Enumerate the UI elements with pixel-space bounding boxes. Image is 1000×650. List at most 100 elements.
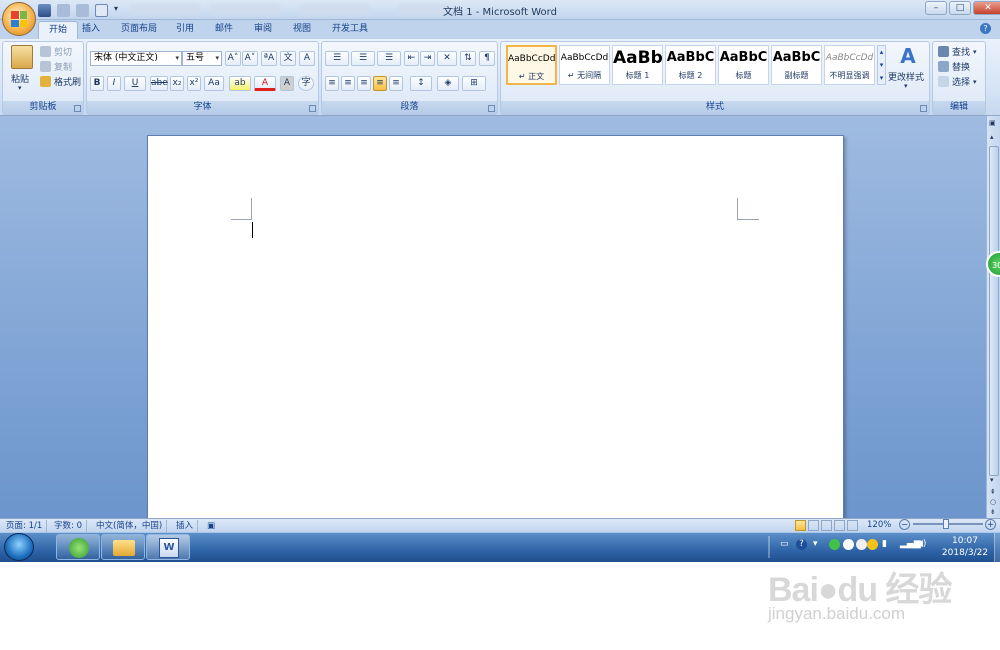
clock-date[interactable]: 2018/3/22 (937, 548, 993, 558)
vertical-scrollbar[interactable]: ▣ ▴ ▾ ⇞ ○ ⇟ (986, 116, 1000, 518)
taskbar-app-browser[interactable] (56, 534, 100, 560)
tray-app-icon[interactable] (856, 539, 867, 550)
clock-time[interactable]: 10:07 (945, 536, 985, 546)
zoom-out-button[interactable]: − (899, 519, 910, 530)
italic-button[interactable]: I (107, 76, 121, 91)
font-name-select[interactable]: 宋体 (中文正文) ▾ (90, 51, 182, 66)
paste-icon[interactable] (11, 45, 33, 69)
increase-indent-button[interactable]: ⇥ (420, 51, 435, 66)
enclose-characters-button[interactable]: 字 (298, 76, 314, 91)
phonetic-guide-button[interactable]: 文 (280, 51, 296, 66)
ruler-toggle-icon[interactable]: ▣ (989, 119, 996, 127)
paragraph-launcher-icon[interactable] (488, 105, 495, 112)
style-no-spacing[interactable]: AaBbCcDd ↵ 无间隔 (559, 45, 610, 85)
align-right-button[interactable]: ≡ (357, 76, 371, 91)
tab-developer[interactable]: 开发工具 (322, 21, 378, 39)
style-subtle-emphasis[interactable]: AaBbCcDd 不明显强调 (824, 45, 875, 85)
select-button[interactable]: 选择 ▾ (938, 75, 977, 88)
zoom-slider-handle[interactable] (943, 519, 949, 529)
font-size-select[interactable]: 五号 ▾ (182, 51, 222, 66)
numbering-button[interactable]: ☰ (351, 51, 375, 66)
style-heading-2[interactable]: AaBbC 标题 2 (665, 45, 716, 85)
status-language[interactable]: 中文(简体，中国) (92, 520, 168, 532)
tab-page-layout[interactable]: 页面布局 (111, 21, 167, 39)
office-button[interactable] (2, 2, 36, 36)
sort-button[interactable]: ⇅ (460, 51, 476, 66)
font-launcher-icon[interactable] (309, 105, 316, 112)
multilevel-list-button[interactable]: ☰ (377, 51, 401, 66)
taskbar-app-explorer[interactable] (101, 534, 145, 560)
style-normal[interactable]: AaBbCcDd ↵ 正文 (506, 45, 557, 85)
bold-button[interactable]: B (90, 76, 104, 91)
shrink-font-button[interactable]: A˅ (242, 51, 258, 66)
tab-review[interactable]: 审阅 (244, 21, 282, 39)
status-page[interactable]: 页面: 1/1 (2, 520, 48, 532)
underline-button[interactable]: U (124, 76, 146, 91)
previous-page-icon[interactable]: ⇞ (990, 488, 996, 496)
volume-icon[interactable]: ◀) (916, 539, 926, 549)
tab-mailings[interactable]: 邮件 (205, 21, 243, 39)
highlight-button[interactable]: ab (229, 76, 251, 91)
shading-button[interactable]: ◈ (437, 76, 459, 91)
web-layout-icon[interactable] (821, 520, 832, 531)
replace-button[interactable]: 替换 (938, 60, 970, 73)
character-shading-button[interactable]: A (280, 76, 294, 91)
font-color-button[interactable]: A (254, 76, 276, 91)
draft-view-icon[interactable] (847, 520, 858, 531)
show-marks-button[interactable]: ¶ (479, 51, 495, 66)
full-screen-reading-icon[interactable] (808, 520, 819, 531)
borders-button[interactable]: ⊞ (462, 76, 486, 91)
find-button[interactable]: 查找 ▾ (938, 45, 977, 58)
chinese-layout-button[interactable]: ✕ (437, 51, 457, 66)
change-styles-icon[interactable]: A (894, 44, 922, 68)
cut-button[interactable]: 剪切 (40, 45, 72, 58)
document-page[interactable] (147, 135, 844, 518)
style-subtitle[interactable]: AaBbC 副标题 (771, 45, 822, 85)
close-button[interactable]: ✕ (973, 1, 1000, 15)
styles-gallery-scroller[interactable]: ▴ ▾ ▾ (877, 45, 886, 85)
clear-format-button[interactable]: ªA (261, 51, 277, 66)
tray-power-icon[interactable]: ▮ (882, 539, 887, 549)
tray-app-icon[interactable] (829, 539, 840, 550)
show-desktop-button[interactable] (994, 533, 1000, 562)
tab-references[interactable]: 引用 (166, 21, 204, 39)
decrease-indent-button[interactable]: ⇤ (404, 51, 419, 66)
zoom-in-button[interactable]: + (985, 519, 996, 530)
next-page-icon[interactable]: ⇟ (990, 508, 996, 516)
copy-button[interactable]: 复制 (40, 60, 72, 73)
clipboard-launcher-icon[interactable] (74, 105, 81, 112)
styles-launcher-icon[interactable] (920, 105, 927, 112)
change-case-button[interactable]: Aa (204, 76, 224, 91)
scroll-down-icon[interactable]: ▾ (990, 476, 994, 484)
paste-dropdown-icon[interactable]: ▾ (18, 84, 22, 92)
scroll-up-icon[interactable]: ▴ (990, 133, 994, 141)
style-heading-1[interactable]: AaBb 标题 1 (612, 45, 663, 85)
superscript-button[interactable]: x² (187, 76, 201, 91)
format-painter-button[interactable]: 格式刷 (40, 75, 81, 88)
taskbar-app-word[interactable]: W (146, 534, 190, 560)
strikethrough-button[interactable]: abe (150, 76, 168, 91)
macro-record-icon[interactable]: ▣ (203, 520, 219, 532)
minimize-button[interactable]: – (925, 1, 947, 15)
select-browse-object-icon[interactable]: ○ (990, 498, 996, 506)
align-center-button[interactable]: ≡ (341, 76, 355, 91)
tray-app-icon[interactable] (867, 539, 878, 550)
maximize-button[interactable]: □ (949, 1, 971, 15)
scrollbar-thumb[interactable] (989, 146, 999, 476)
windows-start-icon[interactable] (4, 533, 34, 561)
line-spacing-button[interactable]: ↕ (410, 76, 432, 91)
tray-menu-icon[interactable]: ▾ (813, 539, 818, 549)
align-left-button[interactable]: ≡ (325, 76, 339, 91)
grow-font-button[interactable]: A˄ (225, 51, 241, 66)
help-icon[interactable]: ? (980, 23, 991, 34)
character-border-button[interactable]: A (299, 51, 315, 66)
help-tray-icon[interactable]: ? (796, 539, 807, 550)
justify-button[interactable]: ≡ (373, 76, 387, 91)
distributed-button[interactable]: ≡ (389, 76, 403, 91)
tab-insert[interactable]: 插入 (72, 21, 110, 39)
status-word-count[interactable]: 字数: 0 (50, 520, 87, 532)
bullets-button[interactable]: ☰ (325, 51, 349, 66)
tab-view[interactable]: 视图 (283, 21, 321, 39)
tray-app-icon[interactable] (843, 539, 854, 550)
status-insert-mode[interactable]: 插入 (172, 520, 199, 532)
